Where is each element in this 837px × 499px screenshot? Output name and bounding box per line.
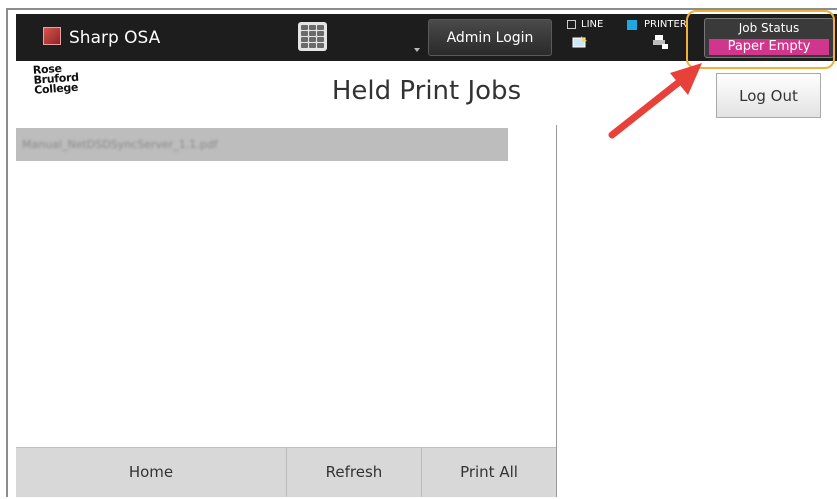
keypad-icon[interactable] (298, 22, 327, 51)
home-button[interactable]: Home (16, 448, 287, 497)
college-logo: Rose Bruford College (32, 61, 80, 97)
printer-tray-icon (653, 35, 668, 49)
printer-indicator (627, 20, 637, 30)
line-indicator (567, 20, 576, 29)
annotation-arrow (608, 63, 702, 139)
bottom-action-bar: Home Refresh Print All (16, 447, 556, 497)
app-title: Sharp OSA (69, 28, 161, 48)
job-name: Manual_NetDSDSyncServer_1.1.pdf (22, 138, 218, 151)
log-out-button[interactable]: Log Out (716, 73, 821, 118)
panel-divider (556, 125, 557, 497)
job-row[interactable]: Manual_NetDSDSyncServer_1.1.pdf (16, 128, 508, 161)
line-fax-icon (572, 36, 587, 48)
app-icon (43, 27, 61, 45)
printer-label: PRINTER (644, 19, 687, 30)
line-label: LINE (581, 19, 604, 30)
held-jobs-list: Manual_NetDSDSyncServer_1.1.pdf (16, 125, 557, 447)
admin-login-button[interactable]: Admin Login (428, 19, 552, 56)
print-all-button[interactable]: Print All (422, 448, 556, 497)
refresh-button[interactable]: Refresh (287, 448, 422, 497)
caret-down-icon (414, 48, 420, 52)
page-title: Held Print Jobs (331, 76, 522, 106)
